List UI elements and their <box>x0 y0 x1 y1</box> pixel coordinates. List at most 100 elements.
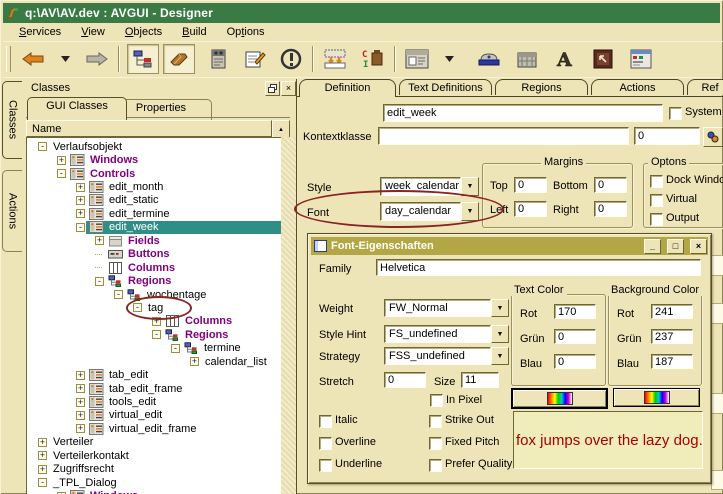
expand-icon[interactable]: + <box>76 371 85 380</box>
margin-bottom-input[interactable] <box>594 177 627 193</box>
menu-options[interactable]: Options <box>218 25 274 39</box>
tree-item-edit-static[interactable]: +edit_static <box>27 194 281 207</box>
font-combobox[interactable]: day_calendar ▼ <box>380 202 479 221</box>
panel-splitter[interactable] <box>281 137 296 494</box>
tree-item-regions[interactable]: -Regions <box>27 328 281 341</box>
toolbar-import-grid-button[interactable] <box>321 45 349 73</box>
opton-output-checkbox[interactable] <box>650 213 663 226</box>
text-rot-input[interactable] <box>554 304 596 319</box>
toolbar-about-button[interactable] <box>277 45 305 73</box>
size-input[interactable] <box>461 372 499 388</box>
tree-item-verlaufsobjekt[interactable]: -Verlaufsobjekt <box>27 140 281 153</box>
collapse-icon[interactable]: - <box>152 330 161 339</box>
collapse-icon[interactable]: - <box>171 344 180 353</box>
text-color-picker-button[interactable] <box>511 388 608 409</box>
chevron-down-icon[interactable]: ▼ <box>461 177 479 196</box>
tab-definition[interactable]: Definition <box>299 79 396 97</box>
expand-icon[interactable]: + <box>76 424 85 433</box>
expand-icon[interactable]: + <box>76 196 85 205</box>
bg-rot-input[interactable] <box>651 304 693 319</box>
toolbar-font-a-button[interactable]: A <box>551 45 579 73</box>
tree-item-regions[interactable]: -Regions <box>27 274 281 287</box>
tree-item-virtual-edit[interactable]: +virtual_edit <box>27 409 281 422</box>
tab-ref[interactable]: Ref <box>687 79 723 95</box>
kontextklasse-input[interactable] <box>378 127 629 145</box>
toolbar-eraser-button[interactable] <box>163 44 195 74</box>
font-underline-checkbox[interactable] <box>319 459 332 472</box>
expand-icon[interactable]: + <box>76 209 85 218</box>
close-icon[interactable]: × <box>690 239 707 254</box>
expand-icon[interactable]: + <box>38 465 47 474</box>
font-fixed-pitch-checkbox[interactable] <box>429 437 442 450</box>
font-prefer-quality-checkbox[interactable] <box>429 459 442 472</box>
collapse-icon[interactable]: - <box>76 223 85 232</box>
toolbar-dialog-editor-button[interactable] <box>627 45 655 73</box>
toolbar-help-book-button[interactable] <box>205 45 233 73</box>
tab-gui-classes[interactable]: GUI Classes <box>27 97 127 120</box>
margin-left-input[interactable] <box>514 201 547 217</box>
collapse-icon[interactable]: - <box>38 142 47 151</box>
tree-item-tools-edit[interactable]: +tools_edit <box>27 395 281 408</box>
toolbar-printer-button[interactable] <box>475 45 503 73</box>
tree-item-calendar-list[interactable]: +calendar_list <box>27 355 281 368</box>
tree-item-edit-termine[interactable]: +edit_termine <box>27 207 281 220</box>
tree-item-columns[interactable]: Columns <box>27 261 281 274</box>
tab-actions[interactable]: Actions <box>591 79 684 95</box>
dock-icon[interactable] <box>265 81 280 96</box>
font-italic-checkbox[interactable] <box>319 415 332 428</box>
family-input[interactable] <box>376 259 701 276</box>
tree-item-controls[interactable]: -Controls <box>27 167 281 180</box>
toolbar-new-window-button[interactable] <box>403 45 431 73</box>
tree-item-virtual-edit-frame[interactable]: +virtual_edit_frame <box>27 422 281 435</box>
tree-item-verteilerkontakt[interactable]: +Verteilerkontakt <box>27 449 281 462</box>
sidebar-tab-actions[interactable]: Actions <box>2 170 22 252</box>
expand-icon[interactable]: + <box>95 236 104 245</box>
font-strike-out-checkbox[interactable] <box>429 415 442 428</box>
chevron-down-icon[interactable]: ▼ <box>461 202 479 221</box>
margin-top-input[interactable] <box>514 177 547 193</box>
opton-dock-window-checkbox[interactable] <box>650 175 663 188</box>
expand-icon[interactable]: + <box>38 438 47 447</box>
toolbar-back-arrow-button[interactable] <box>19 45 47 73</box>
weight-combobox[interactable]: FW_Normal ▼ <box>384 299 509 317</box>
tree-item-wochentage[interactable]: -wochentage <box>27 288 281 301</box>
expand-icon[interactable]: + <box>38 451 47 460</box>
collapse-icon[interactable]: - <box>57 169 66 178</box>
toolbar-class-tree-button[interactable] <box>127 44 159 74</box>
chevron-down-icon[interactable]: ▼ <box>491 299 509 317</box>
opton-virtual-checkbox[interactable] <box>650 194 663 207</box>
tree-item-tag[interactable]: -tag <box>27 301 281 314</box>
toolbar-grip[interactable] <box>6 46 11 72</box>
expand-icon[interactable]: + <box>57 156 66 165</box>
menu-build[interactable]: Build <box>173 25 215 39</box>
style-combobox[interactable]: week_calendar ▼ <box>380 177 479 196</box>
menu-objects[interactable]: Objects <box>116 25 171 39</box>
menu-services[interactable]: Services <box>10 25 70 39</box>
menu-view[interactable]: View <box>72 25 114 39</box>
dialog-title-bar[interactable]: Font-Eigenschaften _ □ × <box>311 237 708 255</box>
collapse-icon[interactable]: - <box>133 303 142 312</box>
tree-item-zugriffsrecht[interactable]: +Zugriffsrecht <box>27 463 281 476</box>
in-pixel-checkbox[interactable] <box>430 394 443 407</box>
tab-regions[interactable]: Regions <box>495 79 588 95</box>
strategy-combobox[interactable]: FSS_undefined ▼ <box>384 347 509 365</box>
minimize-icon[interactable]: _ <box>644 239 661 254</box>
tree-item-verteiler[interactable]: +Verteiler <box>27 436 281 449</box>
tree-item-tpl-dialog[interactable]: -_TPL_Dialog <box>27 476 281 489</box>
tree-item-tab-edit-frame[interactable]: +tab_edit_frame <box>27 382 281 395</box>
toolbar-package-button[interactable] <box>513 45 541 73</box>
kontext-number-input[interactable] <box>634 127 700 145</box>
tree-item-windows[interactable]: +Windows <box>27 153 281 166</box>
expand-icon[interactable]: + <box>76 384 85 393</box>
expand-icon[interactable]: + <box>190 357 199 366</box>
collapse-icon[interactable]: - <box>38 478 47 487</box>
sidebar-tab-classes[interactable]: Classes <box>2 81 22 159</box>
close-icon[interactable]: × <box>281 81 296 96</box>
system-checkbox[interactable] <box>669 107 682 120</box>
toolbar-code-gen-button[interactable]: CI <box>359 45 387 73</box>
toolbar-edit-note-button[interactable] <box>241 45 269 73</box>
tree-item-columns[interactable]: +Columns <box>27 315 281 328</box>
text-blau-input[interactable] <box>554 354 596 369</box>
chevron-down-icon[interactable]: ▼ <box>491 325 509 343</box>
lookup-button[interactable] <box>703 127 723 147</box>
